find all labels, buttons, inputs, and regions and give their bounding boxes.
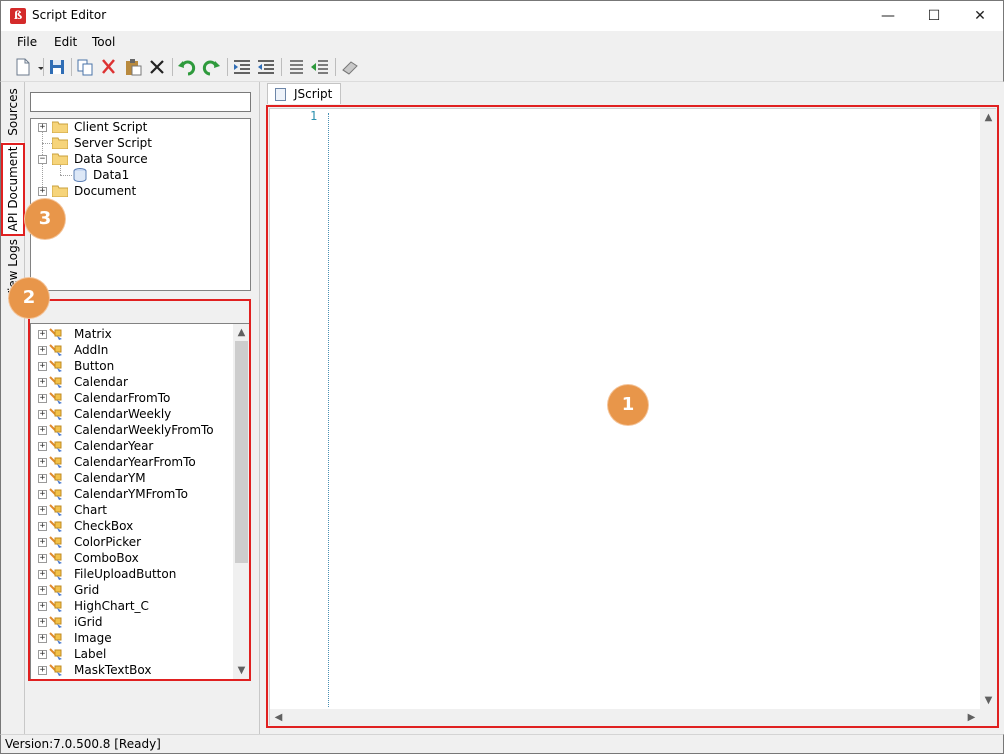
- tree-node-document[interactable]: + Document: [31, 183, 231, 199]
- menu-tool[interactable]: Tool: [92, 35, 115, 49]
- eraser-icon[interactable]: [340, 57, 360, 77]
- status-bar: Version:7.0.500.8 [Ready]: [0, 734, 1004, 754]
- database-icon: [73, 168, 87, 182]
- annotation-box-api-list: [28, 299, 251, 681]
- folder-icon: [52, 121, 68, 133]
- indent-icon[interactable]: [232, 57, 252, 77]
- tree-node-data1[interactable]: Data1: [31, 167, 231, 183]
- redo-icon[interactable]: [201, 57, 221, 77]
- annotation-badge-2: 2: [9, 278, 49, 318]
- folder-open-icon: [52, 153, 68, 165]
- source-tree: + Client Script Server Script − Data Sou…: [30, 118, 251, 291]
- new-file-icon[interactable]: [13, 57, 33, 77]
- uncomment-icon[interactable]: [310, 57, 330, 77]
- save-icon[interactable]: [47, 57, 67, 77]
- menu-edit[interactable]: Edit: [54, 35, 77, 49]
- close-button[interactable]: ✕: [957, 1, 1003, 31]
- cut-icon[interactable]: [99, 57, 119, 77]
- title-bar: ß Script Editor — ☐ ✕: [0, 0, 1004, 31]
- expand-icon[interactable]: +: [38, 187, 47, 196]
- annotation-box-api-tab: [1, 143, 25, 236]
- undo-icon[interactable]: [177, 57, 197, 77]
- status-text: Version:7.0.500.8 [Ready]: [5, 737, 161, 751]
- menu-file[interactable]: File: [17, 35, 37, 49]
- document-icon: [275, 88, 286, 101]
- folder-icon: [52, 137, 68, 149]
- paste-icon[interactable]: [123, 57, 143, 77]
- tree-node-client-script[interactable]: + Client Script: [31, 119, 231, 135]
- tab-sources[interactable]: Sources: [2, 82, 24, 142]
- folder-icon: [52, 185, 68, 197]
- window-title: Script Editor: [32, 8, 107, 22]
- app-icon: ß: [10, 8, 26, 24]
- collapse-icon[interactable]: −: [38, 155, 47, 164]
- maximize-button[interactable]: ☐: [911, 1, 957, 31]
- new-dropdown-icon[interactable]: [31, 57, 44, 77]
- source-search-input[interactable]: [30, 92, 251, 112]
- tree-node-data-source[interactable]: − Data Source: [31, 151, 231, 167]
- expand-icon[interactable]: +: [38, 123, 47, 132]
- editor-tab-strip: JScript: [261, 82, 1003, 104]
- annotation-badge-3: 3: [25, 199, 65, 239]
- toolbar: [0, 53, 1004, 82]
- menu-bar: File Edit Tool: [0, 31, 1004, 53]
- tab-jscript[interactable]: JScript: [267, 83, 341, 104]
- minimize-button[interactable]: —: [865, 1, 911, 31]
- delete-icon[interactable]: [147, 57, 167, 77]
- outdent-icon[interactable]: [256, 57, 276, 77]
- copy-icon[interactable]: [75, 57, 95, 77]
- annotation-badge-1: 1: [608, 385, 648, 425]
- tree-node-server-script[interactable]: Server Script: [31, 135, 231, 151]
- comment-icon[interactable]: [286, 57, 306, 77]
